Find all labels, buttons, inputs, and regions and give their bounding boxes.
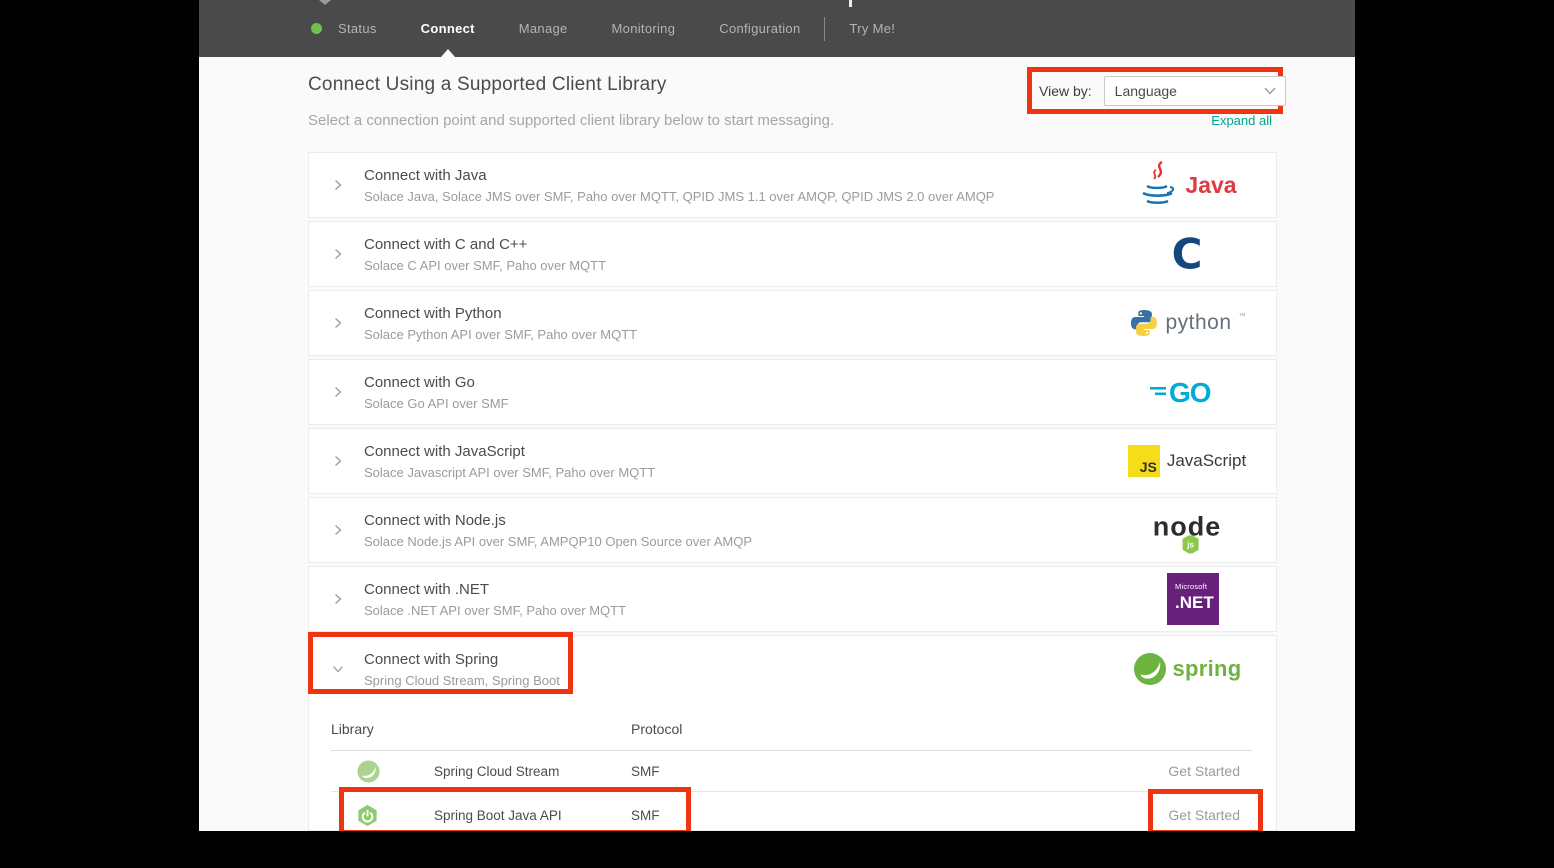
- spring-logo-icon: spring: [1123, 651, 1251, 687]
- spring-card-header[interactable]: Connect with Spring Spring Cloud Stream,…: [309, 636, 1276, 702]
- nodejs-logo-icon: node js: [1123, 511, 1251, 542]
- library-subtitle: Solace C API over SMF, Paho over MQTT: [364, 258, 606, 273]
- dotnet-logo-icon: Microsoft .NET: [1163, 573, 1223, 625]
- chevron-right-icon[interactable]: [331, 454, 345, 468]
- javascript-logo-icon: JS JavaScript: [1123, 445, 1251, 477]
- spring-boot-icon: [356, 804, 434, 827]
- view-by-selected-value: Language: [1115, 83, 1177, 99]
- tab-configuration[interactable]: Configuration: [719, 0, 800, 57]
- javascript-logo-text: JavaScript: [1167, 451, 1246, 471]
- get-started-link[interactable]: Get Started: [1168, 763, 1240, 779]
- chevron-right-icon[interactable]: [331, 316, 345, 330]
- table-row-spring-boot-java-api[interactable]: Spring Boot Java API SMF Get Started: [309, 792, 1276, 831]
- svg-text:GO: GO: [1169, 377, 1211, 408]
- go-logo-icon: GO: [1123, 376, 1251, 408]
- page-title: Connect Using a Supported Client Library: [308, 74, 667, 96]
- tab-status-label: Status: [338, 21, 377, 36]
- tab-monitoring[interactable]: Monitoring: [612, 0, 676, 57]
- trademark-mark: ™: [1239, 313, 1246, 320]
- spring-leaf-icon: [1132, 651, 1168, 687]
- column-header-library: Library: [331, 721, 631, 737]
- chevron-right-icon[interactable]: [331, 592, 345, 606]
- c-logo-icon: C: [1123, 230, 1251, 279]
- column-header-protocol: Protocol: [631, 721, 1252, 737]
- python-glyph-icon: [1129, 308, 1159, 338]
- chevron-right-icon[interactable]: [331, 385, 345, 399]
- tab-monitoring-label: Monitoring: [612, 21, 676, 36]
- library-title: Connect with C and C++: [364, 236, 606, 253]
- library-subtitle: Solace Java, Solace JMS over SMF, Paho o…: [364, 189, 994, 204]
- library-subtitle: Solace Go API over SMF: [364, 396, 509, 411]
- java-logo-text: Java: [1185, 172, 1236, 199]
- tab-try-me-label: Try Me!: [849, 21, 895, 36]
- library-subtitle: Solace Javascript API over SMF, Paho ove…: [364, 465, 655, 480]
- js-badge-icon: JS: [1128, 445, 1160, 477]
- tab-manage[interactable]: Manage: [519, 0, 568, 57]
- spring-logo-text: spring: [1172, 656, 1241, 682]
- c-logo-text: C: [1172, 230, 1203, 279]
- get-started-link[interactable]: Get Started: [1168, 807, 1240, 823]
- library-subtitle: Solace Node.js API over SMF, AMPQP10 Ope…: [364, 534, 752, 549]
- microsoft-logo-text: Microsoft: [1175, 582, 1219, 591]
- top-navbar: Status Connect Manage Monitoring Configu…: [199, 0, 1355, 57]
- annotation-box-view-by: View by: Language: [1027, 67, 1283, 114]
- list-item-c[interactable]: Connect with C and C++ Solace C API over…: [308, 221, 1277, 287]
- library-title: Connect with Node.js: [364, 512, 752, 529]
- library-title: Connect with Go: [364, 374, 509, 391]
- dotnet-logo-text: .NET: [1175, 593, 1219, 613]
- library-title: Connect with JavaScript: [364, 443, 655, 460]
- view-by-select[interactable]: Language: [1104, 76, 1286, 106]
- row-library-name: Spring Boot Java API: [434, 808, 631, 823]
- list-item-javascript[interactable]: Connect with JavaScript Solace Javascrip…: [308, 428, 1277, 494]
- row-protocol: SMF: [631, 808, 1168, 823]
- tab-connect[interactable]: Connect: [421, 0, 475, 57]
- go-glyph-icon: GO: [1148, 376, 1226, 408]
- table-row-spring-cloud-stream[interactable]: Spring Cloud Stream SMF Get Started: [309, 751, 1276, 791]
- python-logo-icon: python ™: [1123, 308, 1251, 338]
- library-title: Connect with Python: [364, 305, 637, 322]
- library-subtitle: Spring Cloud Stream, Spring Boot: [364, 673, 560, 688]
- library-title: Connect with .NET: [364, 581, 626, 598]
- tab-configuration-label: Configuration: [719, 21, 800, 36]
- chevron-right-icon[interactable]: [331, 523, 345, 537]
- status-dot-icon: [311, 23, 322, 34]
- python-logo-text: python: [1165, 311, 1231, 335]
- library-subtitle: Solace .NET API over SMF, Paho over MQTT: [364, 603, 626, 618]
- row-protocol: SMF: [631, 764, 1168, 779]
- list-item-java[interactable]: Connect with Java Solace Java, Solace JM…: [308, 152, 1277, 218]
- chevron-down-icon: [1264, 87, 1276, 95]
- tab-status[interactable]: Status: [311, 0, 377, 57]
- client-library-list: Connect with Java Solace Java, Solace JM…: [308, 152, 1277, 831]
- chevron-right-icon[interactable]: [331, 178, 345, 192]
- library-title: Connect with Java: [364, 167, 994, 184]
- view-by-label: View by:: [1039, 83, 1092, 99]
- library-subtitle: Solace Python API over SMF, Paho over MQ…: [364, 327, 637, 342]
- spring-cloud-icon: [356, 759, 434, 784]
- nav-divider: [824, 17, 825, 41]
- tab-connect-label: Connect: [421, 21, 475, 36]
- chevron-right-icon[interactable]: [331, 247, 345, 261]
- tab-manage-label: Manage: [519, 21, 568, 36]
- app-window: Status Connect Manage Monitoring Configu…: [199, 0, 1355, 831]
- java-logo-icon: Java: [1123, 160, 1251, 210]
- list-item-go[interactable]: Connect with Go Solace Go API over SMF G…: [308, 359, 1277, 425]
- list-item-dotnet[interactable]: Connect with .NET Solace .NET API over S…: [308, 566, 1277, 632]
- list-item-nodejs[interactable]: Connect with Node.js Solace Node.js API …: [308, 497, 1277, 563]
- expand-all-link[interactable]: Expand all: [1211, 113, 1272, 128]
- row-library-name: Spring Cloud Stream: [434, 764, 631, 779]
- library-title: Connect with Spring: [364, 651, 560, 668]
- tab-try-me[interactable]: Try Me!: [849, 0, 895, 57]
- page-subtitle: Select a connection point and supported …: [308, 112, 834, 129]
- list-item-spring: Connect with Spring Spring Cloud Stream,…: [308, 635, 1277, 831]
- java-cup-icon: [1137, 160, 1179, 210]
- chevron-down-icon[interactable]: [331, 662, 345, 676]
- list-item-python[interactable]: Connect with Python Solace Python API ov…: [308, 290, 1277, 356]
